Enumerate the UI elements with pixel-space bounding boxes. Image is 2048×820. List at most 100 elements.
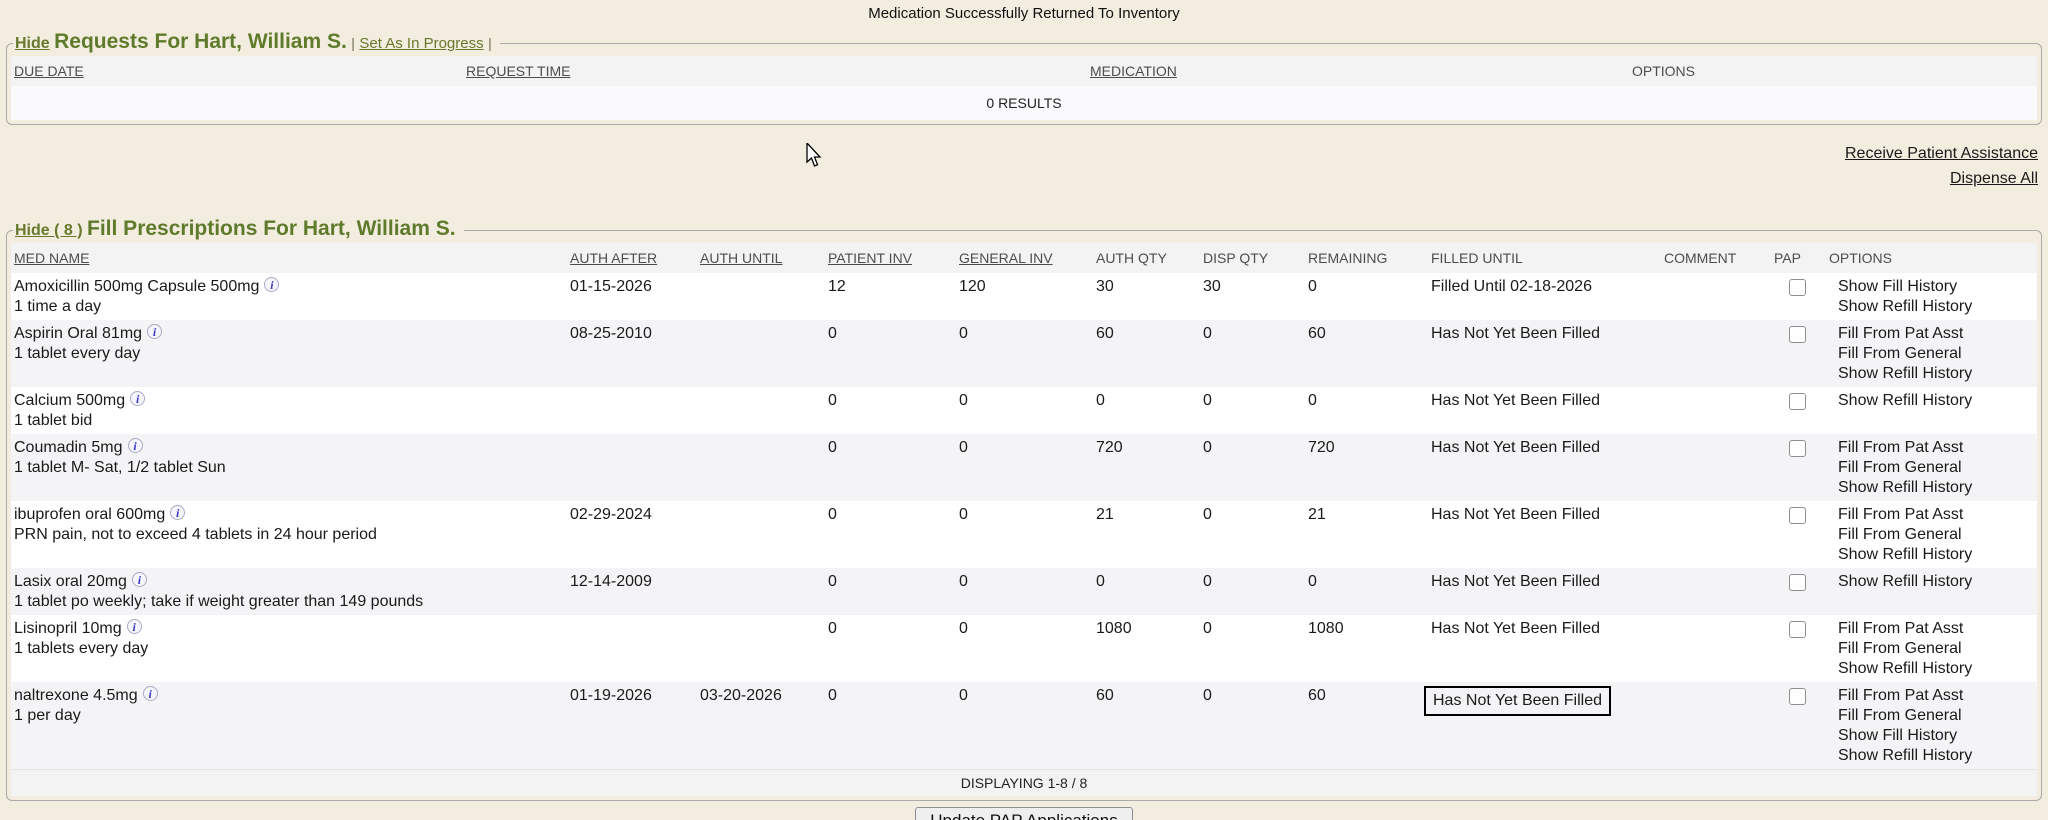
med-sig: 1 tablet bid: [14, 411, 567, 431]
requests-col-request-time[interactable]: REQUEST TIME: [463, 56, 1087, 86]
requests-col-options: OPTIONS: [1287, 56, 2037, 86]
disp-qty-cell: 0: [1200, 501, 1305, 568]
comment-cell: [1661, 387, 1771, 434]
med-sig: 1 tablet M- Sat, 1/2 tablet Sun: [14, 458, 567, 478]
remaining-cell: 0: [1305, 568, 1428, 615]
rx-col-patient-inv[interactable]: PATIENT INV: [825, 243, 956, 273]
pap-checkbox[interactable]: [1789, 279, 1806, 296]
set-as-in-progress-link[interactable]: Set As In Progress: [359, 35, 483, 52]
prescription-row: Lasix oral 20mgi 1 tablet po weekly; tak…: [11, 568, 2037, 615]
pap-checkbox[interactable]: [1789, 393, 1806, 410]
prescriptions-hide-link[interactable]: Hide ( 8 ): [15, 222, 83, 239]
med-name: ibuprofen oral 600mg: [14, 506, 165, 523]
rx-col-med-name[interactable]: MED NAME: [11, 243, 567, 273]
filled-until-status: Filled Until 02-18-2026: [1431, 277, 1592, 297]
option-link[interactable]: Fill From General: [1838, 639, 2037, 659]
prescription-row: Amoxicillin 500mg Capsule 500mgi 1 time …: [11, 273, 2037, 320]
prescriptions-section: Hide ( 8 ) Fill Prescriptions For Hart, …: [6, 217, 2042, 801]
filled-until-cell: Filled Until 02-18-2026: [1428, 273, 1661, 320]
patient-inv-cell: 0: [825, 320, 956, 387]
filled-until-status: Has Not Yet Been Filled: [1431, 438, 1600, 458]
patient-inv-cell: 0: [825, 387, 956, 434]
auth-until-cell: [697, 615, 825, 682]
med-sig: 1 tablets every day: [14, 639, 567, 659]
option-link[interactable]: Show Fill History: [1838, 726, 2037, 746]
filled-until-cell: Has Not Yet Been Filled: [1428, 387, 1661, 434]
rx-col-pap: PAP: [1771, 243, 1826, 273]
prescription-row: Calcium 500mgi 1 tablet bid 0 0 0 0 0 Ha…: [11, 387, 2037, 434]
option-link[interactable]: Show Refill History: [1838, 746, 2037, 766]
option-link[interactable]: Fill From General: [1838, 344, 2037, 364]
info-icon[interactable]: i: [132, 572, 147, 587]
pap-cell: [1771, 434, 1826, 501]
requests-col-due-date[interactable]: DUE DATE: [11, 56, 463, 86]
rx-col-remaining: REMAINING: [1305, 243, 1428, 273]
pap-checkbox[interactable]: [1789, 440, 1806, 457]
comment-cell: [1661, 434, 1771, 501]
options-cell: Fill From Pat AsstFill From GeneralShow …: [1826, 434, 2037, 501]
info-icon[interactable]: i: [170, 505, 185, 520]
rx-col-general-inv[interactable]: GENERAL INV: [956, 243, 1093, 273]
prescriptions-section-title: Fill Prescriptions For Hart, William S.: [87, 217, 456, 240]
general-inv-cell: 120: [956, 273, 1093, 320]
comment-cell: [1661, 501, 1771, 568]
option-link[interactable]: Fill From Pat Asst: [1838, 505, 2037, 525]
info-icon[interactable]: i: [130, 391, 145, 406]
info-icon[interactable]: i: [128, 438, 143, 453]
requests-col-medication[interactable]: MEDICATION: [1087, 56, 1287, 86]
prescription-row: Lisinopril 10mgi 1 tablets every day 0 0…: [11, 615, 2037, 682]
filled-until-status: Has Not Yet Been Filled: [1431, 505, 1600, 525]
rx-col-auth-after[interactable]: AUTH AFTER: [567, 243, 697, 273]
pap-checkbox[interactable]: [1789, 621, 1806, 638]
dispense-all-link[interactable]: Dispense All: [0, 166, 2038, 191]
pap-cell: [1771, 501, 1826, 568]
med-name-cell: ibuprofen oral 600mg i PRN pain, not to e…: [11, 501, 567, 568]
disp-qty-cell: 0: [1200, 320, 1305, 387]
patient-inv-cell: 0: [825, 501, 956, 568]
med-name: Aspirin Oral 81mg: [14, 325, 142, 342]
info-icon[interactable]: i: [264, 277, 279, 292]
comment-cell: [1661, 568, 1771, 615]
patient-inv-cell: 12: [825, 273, 956, 320]
option-link[interactable]: Fill From Pat Asst: [1838, 686, 2037, 706]
pap-checkbox[interactable]: [1789, 326, 1806, 343]
option-link[interactable]: Fill From General: [1838, 525, 2037, 545]
rx-col-auth-until[interactable]: AUTH UNTIL: [697, 243, 825, 273]
option-link[interactable]: Fill From Pat Asst: [1838, 438, 2037, 458]
options-cell: Fill From Pat AsstFill From GeneralShow …: [1826, 682, 2037, 769]
update-pap-applications-button[interactable]: Update PAP Applications: [915, 807, 1132, 820]
remaining-cell: 0: [1305, 387, 1428, 434]
option-link[interactable]: Show Refill History: [1838, 391, 2037, 411]
option-link[interactable]: Show Fill History: [1838, 277, 2037, 297]
filled-until-status: Has Not Yet Been Filled: [1431, 572, 1600, 592]
option-link[interactable]: Show Refill History: [1838, 478, 2037, 498]
requests-section: Hide Requests For Hart, William S. | Set…: [6, 30, 2042, 125]
info-icon[interactable]: i: [127, 619, 142, 634]
auth-qty-cell: 21: [1093, 501, 1200, 568]
general-inv-cell: 0: [956, 434, 1093, 501]
legend-separator: |: [351, 35, 355, 51]
pap-checkbox[interactable]: [1789, 574, 1806, 591]
option-link[interactable]: Show Refill History: [1838, 545, 2037, 565]
option-link[interactable]: Fill From Pat Asst: [1838, 324, 2037, 344]
option-link[interactable]: Show Refill History: [1838, 572, 2037, 592]
disp-qty-cell: 30: [1200, 273, 1305, 320]
option-link[interactable]: Fill From General: [1838, 458, 2037, 478]
pap-checkbox[interactable]: [1789, 688, 1806, 705]
info-icon[interactable]: i: [147, 324, 162, 339]
general-inv-cell: 0: [956, 568, 1093, 615]
prescription-row: ibuprofen oral 600mg i PRN pain, not to e…: [11, 501, 2037, 568]
pap-cell: [1771, 615, 1826, 682]
auth-until-cell: [697, 320, 825, 387]
option-link[interactable]: Fill From General: [1838, 706, 2037, 726]
option-link[interactable]: Show Refill History: [1838, 659, 2037, 679]
option-link[interactable]: Show Refill History: [1838, 364, 2037, 384]
med-sig: PRN pain, not to exceed 4 tablets in 24 …: [14, 525, 567, 545]
pap-checkbox[interactable]: [1789, 507, 1806, 524]
info-icon[interactable]: i: [143, 686, 158, 701]
receive-patient-assistance-link[interactable]: Receive Patient Assistance: [0, 141, 2038, 166]
option-link[interactable]: Show Refill History: [1838, 297, 2037, 317]
requests-hide-link[interactable]: Hide: [15, 35, 50, 52]
option-link[interactable]: Fill From Pat Asst: [1838, 619, 2037, 639]
disp-qty-cell: 0: [1200, 615, 1305, 682]
